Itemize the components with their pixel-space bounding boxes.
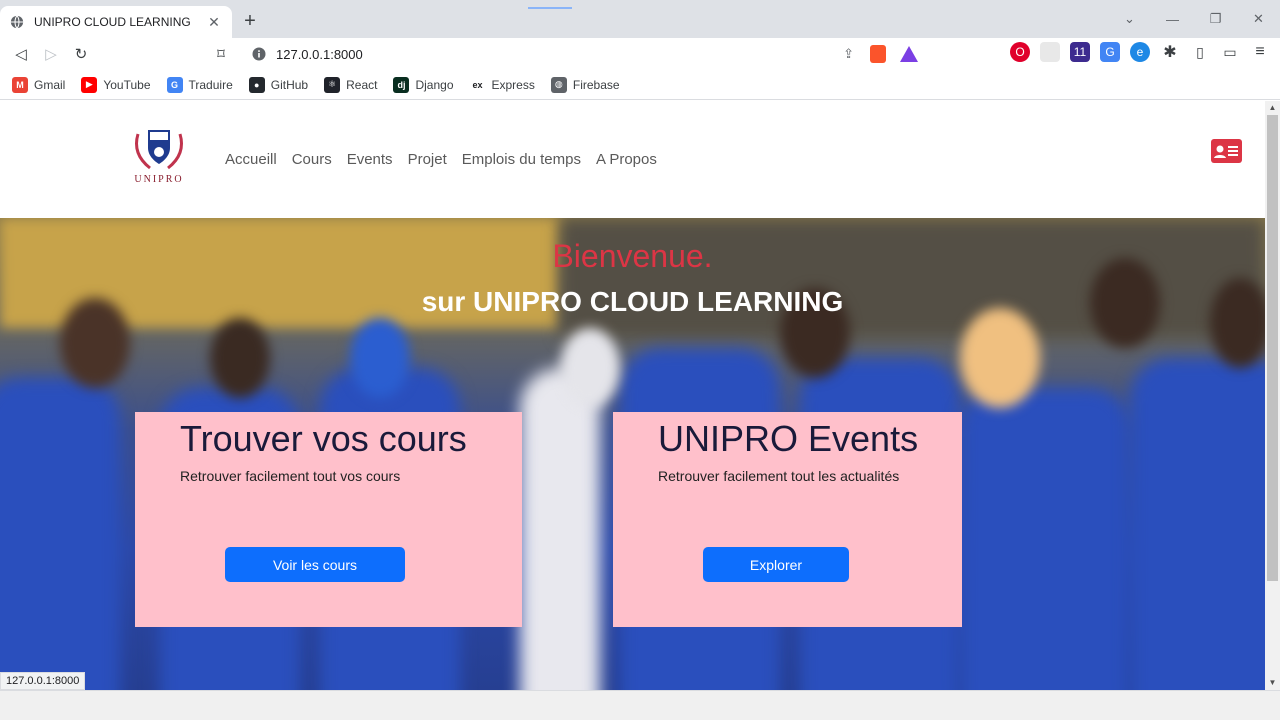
globe-icon <box>10 15 24 29</box>
globe-icon: ◍ <box>550 76 567 93</box>
events-card-text: Retrouver facilement tout les actualités <box>658 468 900 484</box>
photo-blur <box>960 388 1130 690</box>
events-card-title: UNIPRO Events <box>658 418 919 459</box>
back-button[interactable]: ◁ <box>6 45 36 63</box>
express-icon: ex <box>469 76 486 93</box>
brave-rewards-icon[interactable] <box>900 46 918 62</box>
photo-blur <box>960 308 1040 408</box>
bookmark-label: Gmail <box>34 77 66 92</box>
tab-indicator <box>528 7 572 9</box>
nav-link-a-propos[interactable]: A Propos <box>596 151 657 168</box>
photo-blur <box>1130 358 1265 690</box>
new-tab-button[interactable]: + <box>240 10 260 32</box>
photo-blur <box>210 318 270 398</box>
edge-extension-icon[interactable]: e <box>1130 42 1150 62</box>
tab-title: UNIPRO CLOUD LEARNING <box>34 15 191 29</box>
bookmarks-bar: M Gmail ▶ YouTube G Traduire ● GitHub ⚛ React dj Dj… <box>0 70 1280 100</box>
courses-card-text: Retrouver facilement tout vos cours <box>180 468 401 484</box>
bookmark-label: Firebase <box>572 77 620 92</box>
gmail-icon: M <box>12 76 28 93</box>
url-text: 127.0.0.1:8000 <box>276 46 363 62</box>
bookmark-traduire[interactable]: G Traduire <box>166 76 233 93</box>
bookmark-label: Express <box>491 77 535 92</box>
events-card: UNIPRO Events Retrouver facilement tout … <box>613 412 962 627</box>
id-card-icon[interactable] <box>1211 139 1242 163</box>
extension-icon[interactable] <box>1040 42 1060 62</box>
hero-background-dark <box>560 218 1265 338</box>
nav-link-projet[interactable]: Projet <box>408 151 447 168</box>
browser-tab[interactable]: UNIPRO CLOUD LEARNING ✕ <box>0 6 232 38</box>
bookmark-express[interactable]: ex Express <box>469 76 535 93</box>
photo-blur <box>560 328 620 408</box>
window-controls: ⌄ — ❐ ✕ <box>1108 0 1280 38</box>
menu-icon[interactable]: ≡ <box>1250 42 1270 62</box>
scroll-up-arrow[interactable]: ▲ <box>1265 101 1280 115</box>
puzzle-icon[interactable]: ✱ <box>1160 42 1180 62</box>
bookmark-gmail[interactable]: M Gmail <box>12 76 66 93</box>
bookmark-react[interactable]: ⚛ React <box>324 76 378 93</box>
photo-blur <box>350 318 410 398</box>
bookmark-github[interactable]: ● GitHub <box>248 76 309 93</box>
scroll-thumb[interactable] <box>1267 115 1278 581</box>
address-bar[interactable]: 127.0.0.1:8000 ⇪ <box>242 40 928 68</box>
translate-icon: G <box>166 76 183 93</box>
forward-button[interactable]: ▷ <box>36 45 66 63</box>
crest-icon <box>135 130 183 170</box>
nav-link-emplois-du-temps[interactable]: Emplois du temps <box>462 151 581 168</box>
reload-button[interactable]: ↻ <box>66 45 96 63</box>
view-courses-button[interactable]: Voir les cours <box>225 547 405 582</box>
sidebar-icon[interactable]: ▯ <box>1190 42 1210 62</box>
photo-blur <box>0 378 120 690</box>
web-page: UNIPRO Accueill Cours Events Projet Emplois … <box>0 101 1265 690</box>
bookmark-icon[interactable]: ⌑ <box>206 45 236 63</box>
info-icon[interactable] <box>252 47 266 61</box>
bookmark-youtube[interactable]: ▶ YouTube <box>81 76 151 93</box>
bookmark-label: Django <box>415 77 454 92</box>
close-window-button[interactable]: ✕ <box>1237 11 1280 27</box>
courses-card: Trouver vos cours Retrouver facilement t… <box>135 412 522 627</box>
page-scrollbar[interactable]: ▲ ▼ <box>1265 101 1280 690</box>
nav-link-cours[interactable]: Cours <box>292 151 332 168</box>
bookmark-label: YouTube <box>103 77 151 92</box>
photo-blur <box>520 368 600 690</box>
nav-link-events[interactable]: Events <box>347 151 393 168</box>
maximize-button[interactable]: ❐ <box>1194 11 1237 27</box>
bookmark-firebase[interactable]: ◍ Firebase <box>550 76 620 93</box>
tab-strip: UNIPRO CLOUD LEARNING ✕ + ⌄ — ❐ ✕ <box>0 0 1280 38</box>
hero-section: Bienvenue. sur UNIPRO CLOUD LEARNING Tro… <box>0 218 1265 690</box>
bookmark-label: Traduire <box>188 77 233 92</box>
browser-toolbar: ◁ ▷ ↻ ⌑ 127.0.0.1:8000 ⇪ O 11 G e ✱ ▯ ▭ … <box>0 38 1280 70</box>
close-tab-icon[interactable]: ✕ <box>206 14 222 31</box>
bookmark-django[interactable]: dj Django <box>393 76 454 93</box>
calendar-extension-icon[interactable]: 11 <box>1070 42 1090 62</box>
brave-shield-icon[interactable] <box>870 45 886 63</box>
extensions-row: O 11 G e ✱ ▯ ▭ ≡ <box>1010 42 1270 62</box>
opera-icon[interactable]: O <box>1010 42 1030 62</box>
github-icon: ● <box>248 76 265 93</box>
logo-text: UNIPRO <box>134 174 184 185</box>
explore-button[interactable]: Explorer <box>703 547 849 582</box>
site-header: UNIPRO Accueill Cours Events Projet Emplois … <box>0 101 1265 218</box>
translate-extension-icon[interactable]: G <box>1100 42 1120 62</box>
main-nav: Accueill Cours Events Projet Emplois du temp… <box>225 151 657 168</box>
django-icon: dj <box>393 76 410 93</box>
courses-card-title: Trouver vos cours <box>180 418 467 459</box>
youtube-icon: ▶ <box>81 76 98 93</box>
scroll-down-arrow[interactable]: ▼ <box>1265 676 1280 690</box>
unipro-logo[interactable]: UNIPRO <box>130 124 188 192</box>
minimize-button[interactable]: — <box>1151 12 1194 27</box>
share-icon[interactable]: ⇪ <box>843 46 854 62</box>
tab-search-icon[interactable]: ⌄ <box>1108 11 1151 27</box>
hero-subtitle: sur UNIPRO CLOUD LEARNING <box>421 286 844 317</box>
react-icon: ⚛ <box>324 76 341 93</box>
bookmark-label: React <box>346 77 378 92</box>
wallet-icon[interactable]: ▭ <box>1220 42 1240 62</box>
bookmark-label: GitHub <box>270 77 309 92</box>
nav-link-accueill[interactable]: Accueill <box>225 151 277 168</box>
hero-title: Bienvenue. <box>552 238 713 274</box>
taskbar <box>0 690 1280 720</box>
status-url: 127.0.0.1:8000 <box>0 672 86 690</box>
